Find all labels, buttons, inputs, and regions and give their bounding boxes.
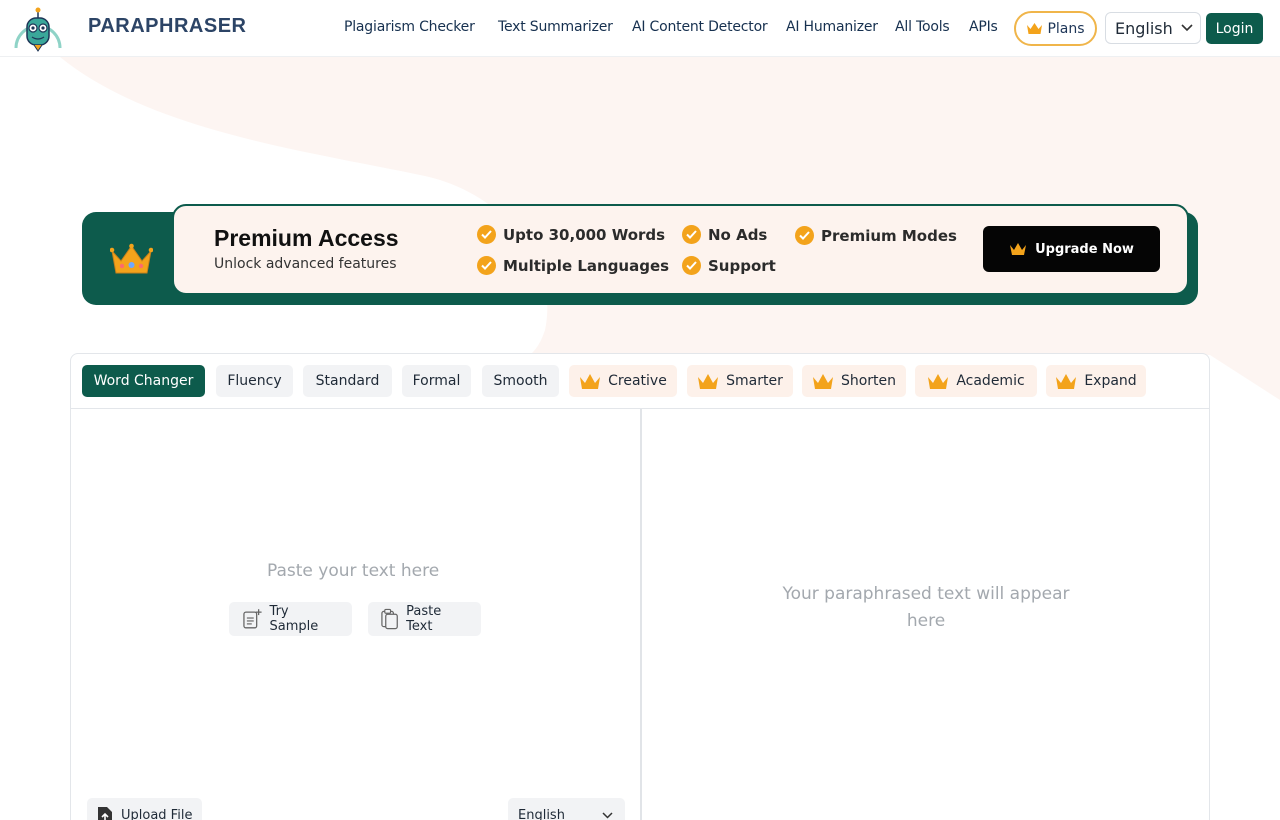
modes-bar: Word Changer Fluency Standard Formal Smo… [71,354,1209,409]
document-add-icon [243,609,262,629]
login-button[interactable]: Login [1206,13,1263,44]
mode-label: Shorten [840,373,897,389]
mode-label: Smarter [726,373,783,389]
crown-icon [812,373,833,389]
upload-file-label: Upload File [121,807,193,820]
try-sample-label: Try Sample [269,604,319,634]
language-select[interactable]: English [1105,12,1201,44]
check-circle-icon [682,256,701,275]
mode-standard[interactable]: Standard [303,365,392,397]
crown-icon [698,373,719,389]
mode-label: Fluency [227,373,282,389]
mode-label: Creative [608,373,667,389]
mode-expand[interactable]: Expand [1046,365,1146,397]
feature-label: Support [708,256,776,275]
nav-plagiarism-checker[interactable]: Plagiarism Checker [344,19,475,35]
check-circle-icon [477,225,496,244]
output-text-area-placeholder: Your paraphrased text will appear here [782,584,1070,631]
plans-button[interactable]: Plans [1014,11,1097,46]
crown-icon [1056,373,1077,389]
upgrade-now-button[interactable]: Upgrade Now [983,226,1160,272]
chevron-down-icon [602,811,613,819]
mode-label: Standard [315,373,380,389]
mode-fluency[interactable]: Fluency [216,365,293,397]
try-sample-button[interactable]: Try Sample [229,602,352,636]
premium-subtitle: Unlock advanced features [214,256,397,272]
crown-icon [580,373,601,389]
mode-label: Smooth [493,373,548,389]
mode-label: Academic [956,373,1025,389]
paraphraser-editor: Word Changer Fluency Standard Formal Smo… [70,353,1210,820]
nav-all-tools[interactable]: All Tools [895,19,950,35]
robot-logo-icon[interactable] [12,4,64,52]
crown-icon [1010,243,1027,255]
nav-text-summarizer[interactable]: Text Summarizer [498,19,613,35]
premium-title: Premium Access [214,225,399,251]
feature-item: Multiple Languages [477,256,669,275]
file-upload-icon [98,806,112,820]
paste-text-button[interactable]: Paste Text [368,602,481,636]
feature-label: No Ads [708,225,768,244]
feature-label: Premium Modes [821,226,957,245]
nav-ai-content-detector[interactable]: AI Content Detector [632,19,768,35]
mode-label: Word Changer [93,373,194,389]
input-text-area-placeholder[interactable]: Paste your text here [267,561,439,581]
mode-formal[interactable]: Formal [402,365,471,397]
check-circle-icon [795,226,814,245]
mode-shorten[interactable]: Shorten [802,365,906,397]
paste-text-label: Paste Text [406,604,442,634]
mode-label: Expand [1084,373,1137,389]
crown-icon [1027,23,1043,34]
mode-smooth[interactable]: Smooth [482,365,559,397]
feature-item: No Ads [682,225,767,244]
upload-file-button[interactable]: Upload File [87,798,203,820]
feature-item: Support [682,256,776,275]
feature-label: Upto 30,000 Words [503,225,666,244]
mode-academic[interactable]: Academic [915,365,1037,397]
feature-item: Premium Modes [795,226,957,245]
editor-divider [640,409,642,820]
mode-word-changer[interactable]: Word Changer [82,365,205,397]
plans-label: Plans [1047,20,1085,37]
crown-icon [110,243,153,274]
feature-label: Multiple Languages [503,256,670,275]
upgrade-label: Upgrade Now [1035,241,1134,257]
crown-icon [928,373,949,389]
check-circle-icon [682,225,701,244]
check-circle-icon [477,256,496,275]
input-language-value: English [518,807,565,820]
brand-name[interactable]: PARAPHRASER [88,15,246,38]
top-header: PARAPHRASER Plagiarism Checker Text Summ… [0,0,1280,57]
feature-item: Upto 30,000 Words [477,225,665,244]
nav-ai-humanizer[interactable]: AI Humanizer [786,19,878,35]
nav-apis[interactable]: APIs [969,19,998,35]
mode-smarter[interactable]: Smarter [687,365,793,397]
mode-label: Formal [412,373,461,389]
clipboard-icon [381,608,398,630]
input-language-select[interactable]: English [508,798,625,820]
chevron-down-icon [1181,24,1193,32]
language-value: English [1115,18,1173,38]
mode-creative[interactable]: Creative [569,365,677,397]
